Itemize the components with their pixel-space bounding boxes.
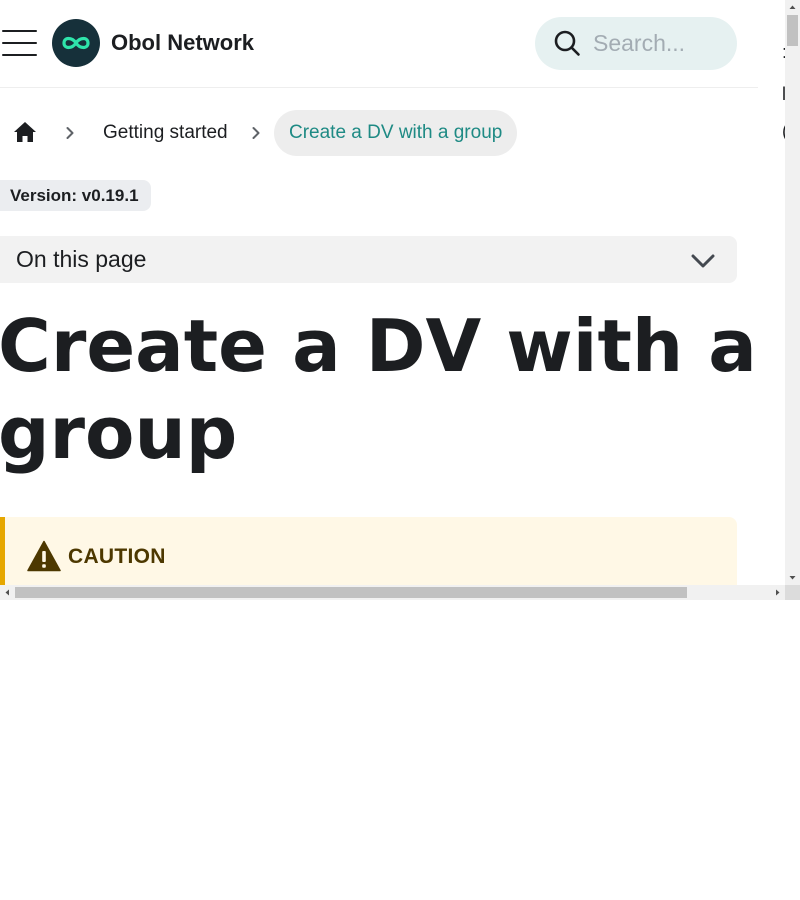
scroll-left-arrow-icon[interactable] xyxy=(0,585,15,600)
brand-name[interactable]: Obol Network xyxy=(111,30,254,56)
scroll-right-arrow-icon[interactable] xyxy=(770,585,785,600)
vertical-scrollbar[interactable] xyxy=(785,0,800,585)
breadcrumb-item-current: Create a DV with a group xyxy=(274,110,518,156)
scroll-down-arrow-icon[interactable] xyxy=(785,570,800,585)
horizontal-scrollbar-thumb[interactable] xyxy=(15,587,687,598)
hamburger-menu-icon[interactable] xyxy=(0,26,38,60)
warning-triangle-icon xyxy=(27,540,61,572)
admonition-title: CAUTION xyxy=(68,545,166,568)
caution-admonition: CAUTION xyxy=(0,517,737,585)
search-icon xyxy=(554,30,580,56)
toc-collapsible-button[interactable]: On this page xyxy=(0,236,737,283)
page-viewport: Obol Network Getting started Create a DV… xyxy=(0,0,785,585)
home-icon[interactable] xyxy=(10,118,40,148)
page-title: Create a DV with a group xyxy=(0,304,757,475)
vertical-scrollbar-thumb[interactable] xyxy=(787,15,798,46)
chevron-right-icon xyxy=(252,127,260,139)
chevron-right-icon xyxy=(66,127,74,139)
version-badge: Version: v0.19.1 xyxy=(0,180,151,211)
horizontal-scrollbar[interactable] xyxy=(0,585,785,600)
toc-label: On this page xyxy=(16,246,147,272)
chevron-down-icon xyxy=(691,254,715,268)
navbar: Obol Network xyxy=(0,0,758,88)
search-input[interactable] xyxy=(593,27,728,59)
breadcrumb-item-getting-started[interactable]: Getting started xyxy=(103,122,228,144)
scrollbar-corner xyxy=(785,585,800,600)
search-bar[interactable] xyxy=(535,17,737,70)
scroll-up-arrow-icon[interactable] xyxy=(785,0,800,15)
obol-infinity-logo-icon[interactable] xyxy=(52,19,100,67)
